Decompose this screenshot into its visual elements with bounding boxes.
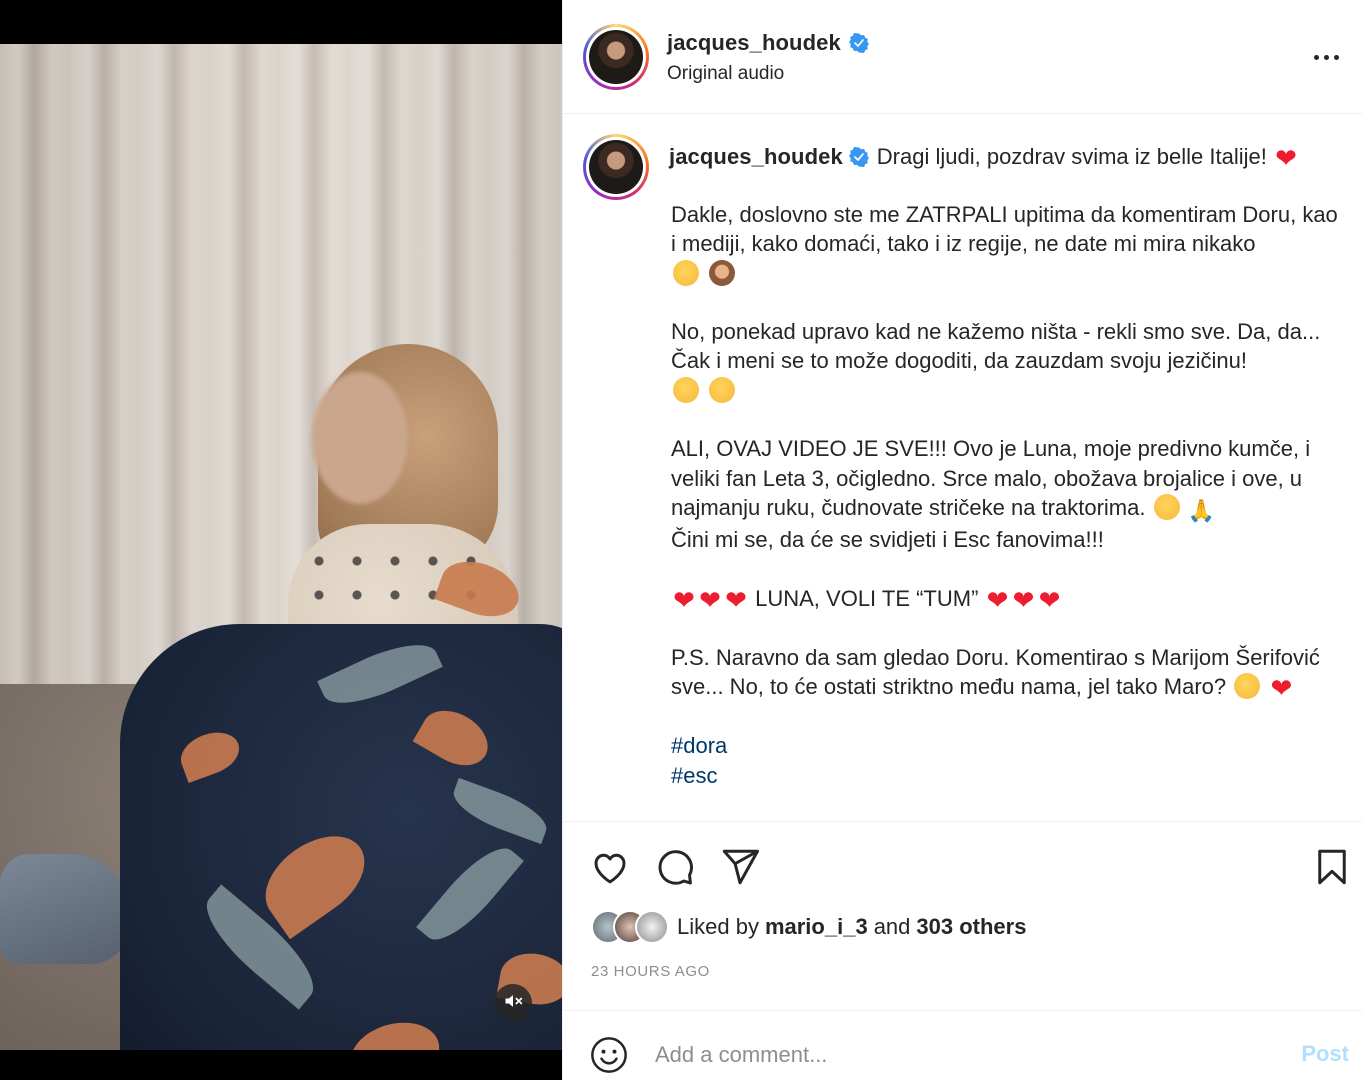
video-frame[interactable] (0, 44, 562, 1050)
more-options-button[interactable] (1307, 40, 1345, 74)
hashtag-link[interactable]: #esc (671, 761, 1341, 790)
action-bar (563, 822, 1362, 908)
red-heart-icon: ❤ (1038, 585, 1061, 616)
smiley-icon (591, 1037, 627, 1073)
comment-bar: Post (563, 1010, 1362, 1080)
blurred-face (312, 372, 408, 504)
verified-badge-icon (848, 145, 869, 167)
emoji-picker-button[interactable] (589, 1035, 629, 1075)
video-player[interactable] (0, 0, 562, 1080)
share-button[interactable] (719, 846, 761, 888)
liker-username[interactable]: mario_i_3 (765, 914, 868, 940)
red-heart-icon: ❤ (1270, 674, 1293, 705)
floral-pouf (120, 624, 562, 1050)
header-username[interactable]: jacques_houdek (667, 30, 841, 56)
caption-paragraph: No, ponekad upravo kad ne kažemo ništa -… (671, 317, 1341, 405)
comment-input[interactable] (655, 1037, 1275, 1073)
hashtag-link[interactable]: #dora (671, 731, 1341, 760)
red-heart-icon: ❤ (673, 585, 695, 616)
folded-hands-icon: 🙏 (1187, 498, 1216, 524)
more-horizontal-icon (1313, 54, 1319, 60)
others-count-link[interactable]: 303 others (916, 914, 1026, 940)
post-details-panel: jacques_houdek Original audio jacques_ho… (562, 0, 1362, 1080)
red-heart-icon: ❤ (699, 585, 721, 616)
rofl-emoji-icon (709, 376, 736, 403)
caption-greeting: Dragi ljudi, pozdrav svima iz belle Ital… (876, 144, 1267, 169)
cloth-on-floor (0, 854, 130, 964)
see-no-evil-monkey-icon (709, 259, 736, 286)
caption-first-line: jacques_houdek Dragi ljudi, pozdrav svim… (669, 142, 1333, 172)
winking-tongue-emoji-icon (1234, 673, 1261, 700)
instagram-post-view: jacques_houdek Original audio jacques_ho… (0, 0, 1362, 1080)
liker-avatars[interactable] (591, 910, 671, 944)
avatar (635, 910, 669, 944)
winking-tongue-emoji-icon (673, 376, 699, 403)
likes-summary: Liked by mario_i_3 and 303 others (591, 910, 1026, 944)
liked-by-label: Liked by (677, 914, 759, 939)
heart-outline-icon (594, 853, 626, 884)
original-audio-link[interactable]: Original audio (667, 63, 784, 85)
red-heart-icon: ❤ (1275, 144, 1297, 174)
post-header: jacques_houdek Original audio (563, 0, 1362, 114)
save-button[interactable] (1311, 846, 1353, 888)
verified-badge-icon (848, 33, 869, 53)
mute-button[interactable] (494, 984, 532, 1022)
likes-connector: and (873, 914, 911, 939)
caption-section: jacques_houdek Dragi ljudi, pozdrav svim… (563, 114, 1362, 822)
post-timestamp[interactable]: 23 HOURS AGO (591, 963, 710, 980)
caption-paragraph: P.S. Naravno da sam gledao Doru. Komenti… (671, 644, 1320, 705)
hashtags: #dora #esc (671, 731, 1341, 790)
caption-body: Dakle, doslovno ste me ZATRPALI upitima … (671, 200, 1341, 790)
comment-button[interactable] (654, 846, 696, 888)
comment-icon (658, 850, 693, 885)
laughing-emoji-icon (673, 259, 699, 286)
red-heart-icon: ❤ (1012, 585, 1035, 616)
caption-paragraph: ❤ ❤ ❤ LUNA, VOLI TE “TUM” ❤ ❤ ❤ (671, 584, 1341, 614)
laughing-emoji-icon (1153, 493, 1180, 520)
red-heart-icon: ❤ (986, 585, 1009, 616)
caption-avatar[interactable] (583, 134, 649, 200)
speaker-muted-icon (503, 991, 523, 1016)
avatar[interactable] (583, 24, 649, 90)
bookmark-icon (1318, 849, 1346, 885)
red-heart-icon: ❤ (725, 585, 747, 616)
like-button[interactable] (589, 846, 631, 888)
caption-paragraph: Dakle, doslovno ste me ZATRPALI upitima … (671, 200, 1341, 288)
caption-username[interactable]: jacques_houdek (669, 144, 843, 169)
post-comment-button[interactable]: Post (1301, 1041, 1349, 1067)
send-icon (722, 849, 759, 885)
caption-paragraph: ALI, OVAJ VIDEO JE SVE!!! Ovo je Luna, m… (671, 436, 1311, 552)
